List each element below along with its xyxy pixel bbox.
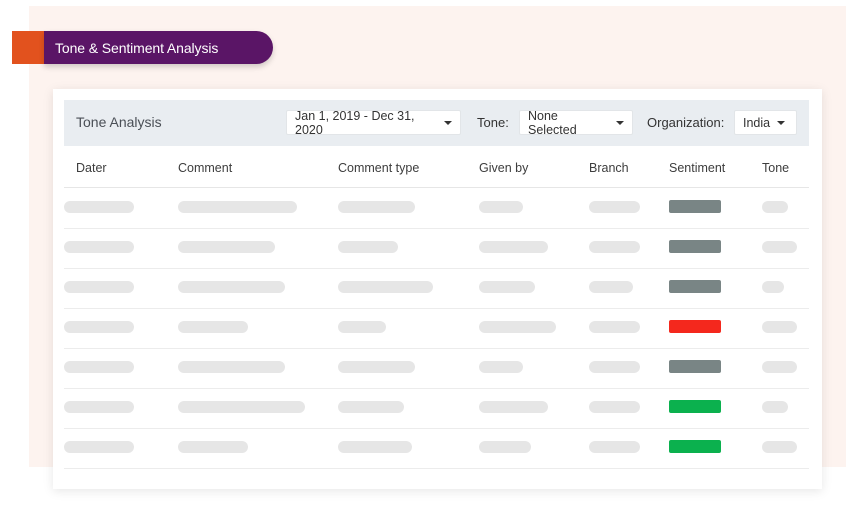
placeholder-cell [589, 201, 640, 213]
placeholder-cell [64, 401, 134, 413]
banner-title: Tone & Sentiment Analysis [44, 31, 273, 64]
tone-label: Tone: [477, 115, 509, 130]
table-row[interactable] [64, 268, 809, 309]
placeholder-cell [338, 321, 386, 333]
date-range-select[interactable]: Jan 1, 2019 - Dec 31, 2020 [286, 108, 461, 137]
sentiment-indicator-positive [669, 400, 721, 413]
table-row[interactable] [64, 348, 809, 389]
placeholder-cell [479, 201, 523, 213]
placeholder-cell [178, 441, 248, 453]
placeholder-cell [338, 361, 415, 373]
placeholder-cell [479, 401, 548, 413]
organization-label: Organization: [647, 115, 725, 130]
table-header: Dater Comment Comment type Given by Bran… [64, 161, 809, 188]
sentiment-indicator-positive [669, 440, 721, 453]
placeholder-cell [762, 201, 788, 213]
placeholder-cell [338, 241, 398, 253]
column-header-branch[interactable]: Branch [589, 161, 629, 175]
chevron-down-icon [444, 120, 452, 125]
sentiment-indicator-negative [669, 320, 721, 333]
column-header-dater[interactable]: Dater [76, 161, 107, 175]
column-header-given-by[interactable]: Given by [479, 161, 528, 175]
table-row[interactable] [64, 428, 809, 469]
placeholder-cell [589, 241, 640, 253]
placeholder-cell [589, 321, 640, 333]
tone-analysis-card: Tone Analysis Jan 1, 2019 - Dec 31, 2020… [53, 89, 822, 489]
placeholder-cell [479, 361, 523, 373]
placeholder-cell [338, 401, 404, 413]
placeholder-cell [64, 201, 134, 213]
placeholder-cell [762, 441, 797, 453]
placeholder-cell [338, 201, 415, 213]
placeholder-cell [762, 281, 784, 293]
placeholder-cell [64, 441, 134, 453]
organization-select[interactable]: India [734, 110, 797, 135]
table-row[interactable] [64, 308, 809, 349]
placeholder-cell [338, 281, 433, 293]
column-header-comment-type[interactable]: Comment type [338, 161, 419, 175]
placeholder-cell [762, 361, 797, 373]
sentiment-indicator-neutral [669, 200, 721, 213]
placeholder-cell [762, 321, 797, 333]
placeholder-cell [178, 241, 275, 253]
table-row[interactable] [64, 388, 809, 429]
placeholder-cell [64, 361, 134, 373]
chevron-down-icon [777, 120, 786, 125]
sentiment-indicator-neutral [669, 240, 721, 253]
tone-value: None Selected [528, 108, 577, 137]
placeholder-cell [479, 241, 548, 253]
sentiment-indicator-neutral [669, 360, 721, 373]
column-header-comment[interactable]: Comment [178, 161, 232, 175]
sentiment-indicator-neutral [669, 280, 721, 293]
column-header-sentiment[interactable]: Sentiment [669, 161, 725, 175]
column-header-tone[interactable]: Tone [762, 161, 789, 175]
chevron-down-icon [616, 120, 624, 125]
placeholder-cell [479, 441, 531, 453]
placeholder-cell [589, 401, 640, 413]
table-row[interactable] [64, 228, 809, 269]
placeholder-cell [589, 281, 633, 293]
placeholder-cell [479, 321, 556, 333]
placeholder-cell [178, 281, 285, 293]
placeholder-cell [178, 321, 248, 333]
placeholder-cell [589, 441, 640, 453]
placeholder-cell [589, 361, 640, 373]
panel-title: Tone Analysis [76, 114, 162, 130]
placeholder-cell [178, 361, 285, 373]
placeholder-cell [64, 241, 134, 253]
tone-select[interactable]: None Selected [519, 108, 633, 137]
placeholder-cell [178, 401, 305, 413]
placeholder-cell [762, 241, 797, 253]
organization-value: India [743, 115, 771, 130]
placeholder-cell [64, 281, 134, 293]
banner-accent [12, 31, 48, 64]
placeholder-cell [762, 401, 788, 413]
placeholder-cell [64, 321, 134, 333]
placeholder-cell [479, 281, 535, 293]
toolbar: Tone Analysis Jan 1, 2019 - Dec 31, 2020… [64, 100, 809, 146]
date-range-value: Jan 1, 2019 - Dec 31, 2020 [295, 108, 415, 137]
table-row[interactable] [64, 188, 809, 229]
placeholder-cell [338, 441, 412, 453]
placeholder-cell [178, 201, 297, 213]
